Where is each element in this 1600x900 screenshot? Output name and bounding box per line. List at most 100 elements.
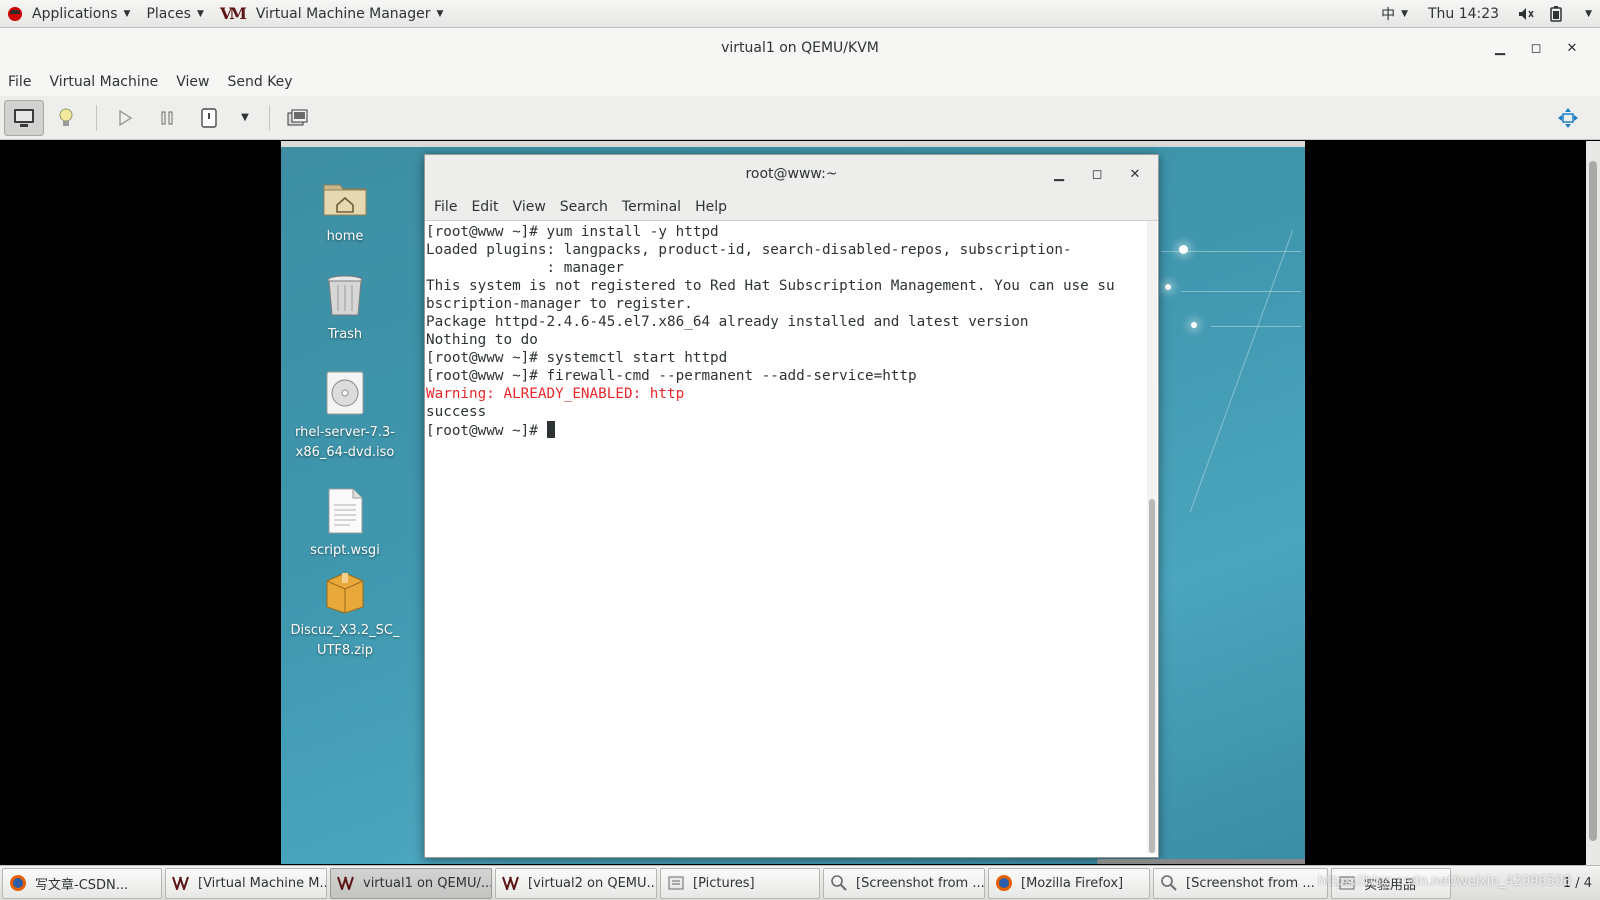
vm-vertical-scrollbar[interactable] bbox=[1586, 141, 1600, 865]
vm-scrollbar-thumb[interactable] bbox=[1589, 161, 1597, 841]
terminal-line: [root@www ~]# yum install -y httpd bbox=[426, 224, 719, 240]
desktop-icon-trash[interactable]: Trash bbox=[290, 271, 400, 345]
lightbulb-icon bbox=[59, 108, 73, 126]
taskbar-item-label: [Mozilla Firefox] bbox=[1021, 875, 1124, 891]
vmm-icon bbox=[502, 874, 520, 892]
taskbar-item[interactable]: [Virtual Machine M... bbox=[165, 867, 327, 899]
disc-image-icon bbox=[326, 371, 364, 415]
vm-window-titlebar[interactable]: virtual1 on QEMU/KVM ▁ ◻ ✕ bbox=[0, 28, 1600, 68]
trash-icon bbox=[327, 275, 363, 316]
terminal-scrollbar-thumb[interactable] bbox=[1149, 499, 1155, 853]
vm-console-display[interactable]: home Trash rhel-server-7.3- x86_64-dvd.i… bbox=[0, 141, 1600, 865]
desktop-icon-discuz-zip[interactable]: Discuz_X3.2_SC_ UTF8.zip bbox=[290, 567, 400, 661]
vm-menubar: File Virtual Machine View Send Key bbox=[0, 68, 1600, 96]
input-method-indicator[interactable]: 中 ▼ bbox=[1373, 0, 1416, 28]
terminal-minimize-button[interactable]: ▁ bbox=[1040, 159, 1078, 189]
shutdown-options-dropdown[interactable]: ▼ bbox=[231, 100, 259, 136]
terminal-scrollbar[interactable] bbox=[1147, 221, 1157, 853]
terminal-menu-file[interactable]: File bbox=[427, 199, 464, 215]
maximize-button[interactable]: ◻ bbox=[1518, 33, 1554, 63]
close-button[interactable]: ✕ bbox=[1554, 33, 1590, 63]
vmm-logo-icon: VM bbox=[219, 3, 247, 23]
toolbar-separator bbox=[269, 104, 270, 131]
watermark: https://blog.csdn.net/weixin_42096508 bbox=[1318, 874, 1572, 889]
caret-down-icon: ▼ bbox=[1585, 8, 1592, 19]
pause-button[interactable] bbox=[147, 100, 187, 136]
taskbar-item[interactable]: [virtual2 on QEMU... bbox=[495, 867, 657, 899]
caret-down-icon: ▼ bbox=[1401, 8, 1408, 19]
guest-horizontal-scrollbar[interactable] bbox=[1097, 859, 1305, 864]
snapshots-button[interactable] bbox=[278, 100, 318, 136]
applications-menu[interactable]: Applications ▼ bbox=[0, 0, 138, 28]
folder-icon bbox=[667, 874, 685, 892]
firefox-icon bbox=[9, 874, 27, 892]
run-button[interactable] bbox=[105, 100, 145, 136]
details-view-button[interactable] bbox=[46, 100, 86, 136]
terminal-menu-search[interactable]: Search bbox=[553, 199, 615, 215]
taskbar-item-label: [Pictures] bbox=[693, 875, 755, 891]
vm-toolbar: ▼ bbox=[0, 96, 1600, 140]
taskbar-item-label: virtual1 on QEMU/... bbox=[363, 875, 492, 891]
clock[interactable]: Thu 14:23 bbox=[1416, 6, 1511, 22]
terminal-titlebar[interactable]: root@www:~ ▁ ◻ ✕ bbox=[425, 155, 1158, 193]
snapshots-icon bbox=[287, 109, 308, 125]
taskbar-item-label: [Screenshot from ... bbox=[1186, 875, 1315, 891]
terminal-line: : manager bbox=[426, 260, 624, 276]
active-app-menu[interactable]: VM Virtual Machine Manager ▼ bbox=[212, 0, 452, 28]
system-menu[interactable]: ▼ bbox=[1571, 0, 1600, 28]
terminal-menu-help[interactable]: Help bbox=[688, 199, 734, 215]
taskbar-item-label: [Screenshot from ... bbox=[856, 875, 985, 891]
terminal-cursor bbox=[546, 421, 555, 438]
taskbar-item[interactable]: virtual1 on QEMU/... bbox=[330, 867, 492, 899]
volume-icon[interactable] bbox=[1515, 3, 1537, 25]
vm-window-title: virtual1 on QEMU/KVM bbox=[721, 40, 879, 56]
terminal-line: bscription-manager to register. bbox=[426, 296, 693, 312]
guest-desktop[interactable]: home Trash rhel-server-7.3- x86_64-dvd.i… bbox=[281, 141, 1305, 864]
vmm-icon bbox=[337, 874, 355, 892]
terminal-close-button[interactable]: ✕ bbox=[1116, 159, 1154, 189]
terminal-line: [root@www ~]# systemctl start httpd bbox=[426, 350, 728, 366]
terminal-line: [root@www ~]# firewall-cmd --permanent -… bbox=[426, 368, 917, 384]
caret-down-icon: ▼ bbox=[241, 112, 249, 123]
taskbar-item[interactable]: [Screenshot from ... bbox=[823, 867, 985, 899]
vm-menu-send-key[interactable]: Send Key bbox=[218, 74, 301, 90]
terminal-line: success bbox=[426, 404, 487, 420]
terminal-window[interactable]: root@www:~ ▁ ◻ ✕ File Edit View Search T… bbox=[424, 154, 1159, 858]
wallpaper-dot bbox=[1179, 245, 1188, 254]
desktop-icon-rhel-iso[interactable]: rhel-server-7.3- x86_64-dvd.iso bbox=[290, 369, 400, 463]
image-viewer-icon bbox=[1160, 874, 1178, 892]
terminal-menu-edit[interactable]: Edit bbox=[464, 199, 505, 215]
terminal-maximize-button[interactable]: ◻ bbox=[1078, 159, 1116, 189]
home-folder-icon bbox=[323, 184, 367, 216]
redhat-logo-icon bbox=[8, 6, 22, 21]
console-view-button[interactable] bbox=[4, 99, 44, 136]
archive-icon bbox=[326, 572, 364, 614]
terminal-menu-view[interactable]: View bbox=[506, 199, 553, 215]
minimize-button[interactable]: ▁ bbox=[1482, 33, 1518, 63]
battery-icon[interactable] bbox=[1545, 3, 1567, 25]
terminal-line: This system is not registered to Red Hat… bbox=[426, 278, 1115, 294]
taskbar-item[interactable]: [Pictures] bbox=[660, 867, 820, 899]
vm-menu-view[interactable]: View bbox=[167, 74, 218, 90]
terminal-line: Package httpd-2.4.6-45.el7.x86_64 alread… bbox=[426, 314, 1029, 330]
taskbar-item[interactable]: [Mozilla Firefox] bbox=[988, 867, 1150, 899]
terminal-line: Nothing to do bbox=[426, 332, 538, 348]
desktop-icon-home[interactable]: home bbox=[290, 173, 400, 247]
desktop-icon-script-wsgi[interactable]: script.wsgi bbox=[290, 487, 400, 561]
terminal-menu-terminal[interactable]: Terminal bbox=[615, 199, 688, 215]
guest-top-panel-partial bbox=[281, 141, 1305, 147]
fullscreen-button[interactable] bbox=[1548, 100, 1588, 136]
vm-menu-file[interactable]: File bbox=[0, 74, 40, 90]
shutdown-button[interactable] bbox=[189, 100, 229, 136]
play-icon bbox=[119, 109, 133, 126]
taskbar-item[interactable]: [Screenshot from ... bbox=[1153, 867, 1328, 899]
vmm-icon bbox=[172, 874, 190, 892]
host-top-panel: Applications ▼ Places ▼ VM Virtual Machi… bbox=[0, 0, 1600, 28]
taskbar-item-label: [virtual2 on QEMU... bbox=[528, 875, 657, 891]
terminal-line: Loaded plugins: langpacks, product-id, s… bbox=[426, 242, 1072, 258]
places-menu[interactable]: Places ▼ bbox=[138, 0, 211, 28]
caret-down-icon: ▼ bbox=[436, 8, 444, 19]
taskbar-item[interactable]: 写文章-CSDN... bbox=[2, 867, 162, 899]
terminal-output[interactable]: [root@www ~]# yum install -y httpd Loaded… bbox=[425, 221, 1145, 857]
vm-menu-virtual-machine[interactable]: Virtual Machine bbox=[40, 74, 167, 90]
